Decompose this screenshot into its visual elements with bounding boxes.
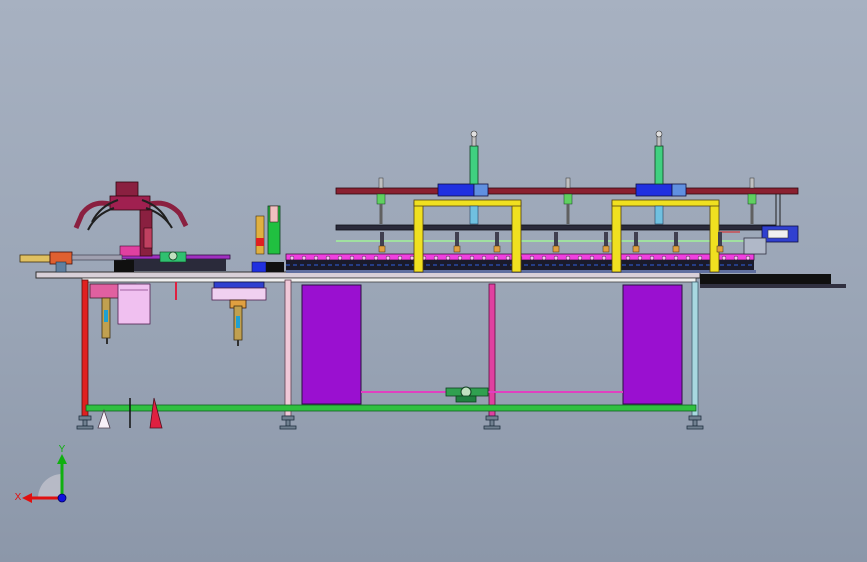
roller [697,255,703,261]
cylinder-block [635,183,673,197]
roller [505,255,511,261]
roller [577,255,583,261]
foot [78,415,92,421]
bottom-stretcher [85,404,697,412]
roller [469,255,475,261]
conveyor [119,253,756,273]
roller [685,255,691,261]
roller [673,255,679,261]
y-axis-label: Y [59,444,66,455]
roller [301,255,307,261]
roller [385,255,391,261]
table-top [35,271,846,288]
roller [529,255,535,261]
foot [485,415,499,421]
frame-leg-mid-left [284,279,292,417]
roller [457,255,463,261]
mid-under-module [211,281,267,346]
foot [688,415,702,421]
frame [76,279,704,430]
roller [565,255,571,261]
floor-markers [97,397,163,429]
roller [325,255,331,261]
roller [289,255,295,261]
drive-motor [445,386,489,403]
roller [433,255,439,261]
panel-left [301,284,362,405]
frame-leg-right [691,281,699,417]
roller [661,255,667,261]
cylinder-block [437,183,475,197]
coordinate-triad: Y X [15,444,67,503]
roller [445,255,451,261]
roller [541,255,547,261]
roller [481,255,487,261]
roller [601,255,607,261]
cad-viewport[interactable]: Y X [0,0,867,562]
roller [553,255,559,261]
z-axis-dot [57,493,67,503]
frame-leg-mid-right [488,283,496,417]
roller [337,255,343,261]
roller [349,255,355,261]
left-under-module [89,282,177,344]
column-unit [251,205,284,273]
x-axis-label: X [15,492,22,503]
foot [281,415,295,421]
rail-post [563,177,573,224]
machine-assembly-drawing: Y X [15,130,846,503]
roller [589,255,595,261]
roller [313,255,319,261]
rail-post [376,177,386,224]
roller [409,255,415,261]
roller [721,255,727,261]
roller [637,255,643,261]
panel-right [622,284,683,405]
gantry-right [611,130,720,273]
roller [733,255,739,261]
roller [745,255,751,261]
top-rail [335,187,799,195]
vertical-cylinder [654,145,664,185]
left-pusher [19,251,123,273]
roller [493,255,499,261]
roller [625,255,631,261]
roller [649,255,655,261]
roller [361,255,367,261]
roller [397,255,403,261]
frame-leg-left [81,279,89,417]
rail-post [747,177,757,224]
gantry-left [413,130,522,273]
vertical-cylinder [469,145,479,185]
roller [373,255,379,261]
